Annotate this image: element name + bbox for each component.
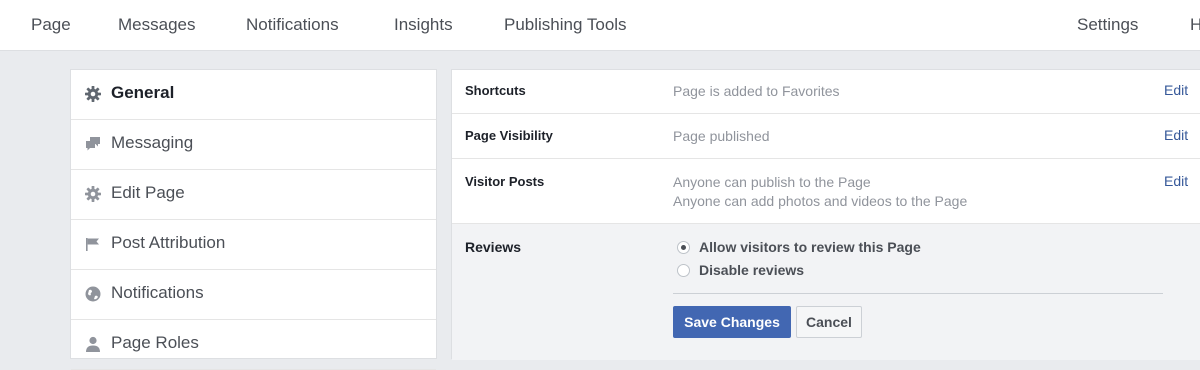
sidebar-item-notifications[interactable]: Notifications bbox=[71, 270, 436, 320]
settings-row-page-visibility[interactable]: Page Visibility Page published Edit bbox=[452, 114, 1200, 159]
radio-label: Allow visitors to review this Page bbox=[699, 239, 921, 255]
globe-icon bbox=[85, 286, 101, 302]
sidebar-item-label: Post Attribution bbox=[111, 233, 226, 252]
page-top-nav: Page Messages Notifications Insights Pub… bbox=[0, 0, 1200, 51]
general-settings-panel: Shortcuts Page is added to Favorites Edi… bbox=[451, 69, 1200, 360]
sidebar-item-label: Notifications bbox=[111, 283, 204, 302]
sidebar-item-general[interactable]: General bbox=[71, 70, 436, 120]
divider bbox=[673, 293, 1163, 294]
edit-link[interactable]: Edit bbox=[1164, 173, 1188, 189]
sidebar-item-label: Messaging bbox=[111, 133, 194, 152]
sidebar-item-label: General bbox=[111, 83, 175, 102]
sidebar-item-label: Page Roles bbox=[111, 333, 199, 352]
radio-button-checked[interactable] bbox=[677, 241, 690, 254]
setting-value-line: Anyone can add photos and videos to the … bbox=[673, 193, 968, 209]
nav-tab-help[interactable]: H bbox=[1190, 15, 1200, 35]
nav-tab-insights[interactable]: Insights bbox=[394, 15, 453, 35]
setting-name: Reviews bbox=[465, 239, 522, 255]
radio-button[interactable] bbox=[677, 264, 690, 277]
setting-name: Page Visibility bbox=[465, 128, 553, 143]
edit-link[interactable]: Edit bbox=[1164, 127, 1188, 143]
gear-icon bbox=[85, 186, 101, 202]
save-changes-button[interactable]: Save Changes bbox=[673, 306, 791, 338]
radio-label: Disable reviews bbox=[699, 262, 805, 278]
sidebar-item-messaging[interactable]: Messaging bbox=[71, 120, 436, 170]
setting-value-line: Anyone can publish to the Page bbox=[673, 174, 871, 190]
person-icon bbox=[86, 336, 100, 352]
settings-row-visitor-posts[interactable]: Visitor Posts Anyone can publish to the … bbox=[452, 159, 1200, 224]
setting-name: Visitor Posts bbox=[465, 174, 545, 189]
settings-row-reviews: Reviews Allow visitors to review this Pa… bbox=[452, 224, 1200, 360]
sidebar-item-page-roles[interactable]: Page Roles bbox=[71, 320, 436, 370]
sidebar-item-label: Edit Page bbox=[111, 183, 185, 202]
gear-icon bbox=[85, 86, 101, 102]
settings-sidebar: General Messaging Edit Page Post Attribu… bbox=[70, 69, 437, 370]
nav-tab-settings[interactable]: Settings bbox=[1077, 15, 1138, 35]
chat-bubbles-icon bbox=[86, 137, 100, 151]
nav-tab-page[interactable]: Page bbox=[31, 15, 71, 35]
nav-tab-notifications[interactable]: Notifications bbox=[246, 15, 339, 35]
setting-name: Shortcuts bbox=[465, 83, 526, 98]
nav-tab-messages[interactable]: Messages bbox=[118, 15, 195, 35]
nav-tab-publishing-tools[interactable]: Publishing Tools bbox=[504, 15, 627, 35]
cancel-button[interactable]: Cancel bbox=[796, 306, 862, 338]
flag-icon bbox=[86, 238, 99, 251]
sidebar-item-post-attribution[interactable]: Post Attribution bbox=[71, 220, 436, 270]
sidebar-item-edit-page[interactable]: Edit Page bbox=[71, 170, 436, 220]
settings-row-shortcuts[interactable]: Shortcuts Page is added to Favorites Edi… bbox=[452, 70, 1200, 114]
edit-link[interactable]: Edit bbox=[1164, 82, 1188, 98]
setting-value: Page is added to Favorites bbox=[673, 83, 840, 99]
setting-value: Page published bbox=[673, 128, 770, 144]
